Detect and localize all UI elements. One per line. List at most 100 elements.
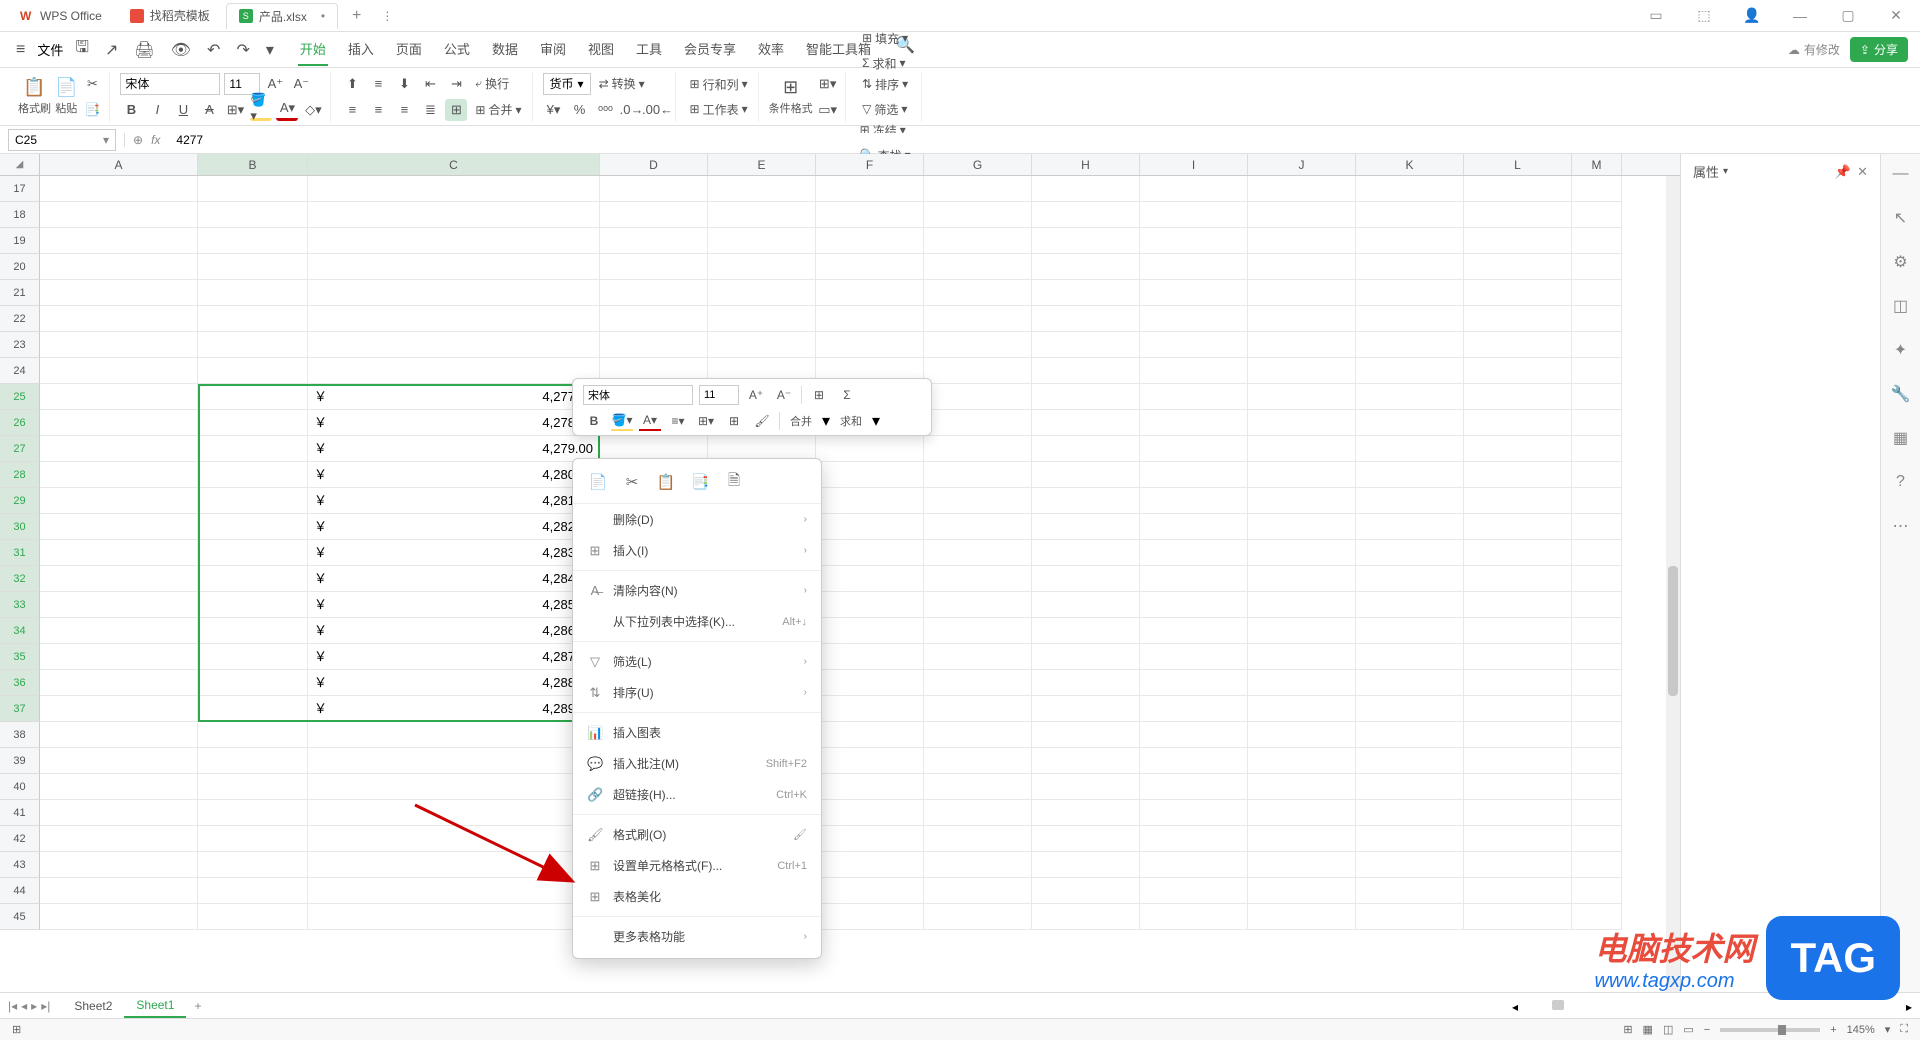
cell[interactable] [1572, 644, 1622, 670]
row-header[interactable]: 26 [0, 410, 40, 436]
status-mode-icon[interactable]: ⊞ [12, 1023, 21, 1036]
percent-icon[interactable]: % [569, 99, 591, 121]
mini-font-inc-icon[interactable]: A⁺ [745, 385, 767, 405]
cell[interactable] [1356, 904, 1464, 930]
cell[interactable] [1356, 618, 1464, 644]
cell[interactable] [40, 904, 198, 930]
cell[interactable] [1572, 280, 1622, 306]
cell[interactable] [816, 306, 924, 332]
cell[interactable] [198, 410, 308, 436]
cell[interactable] [1032, 358, 1140, 384]
cond-format-button[interactable]: ⊞ 条件格式 [769, 77, 813, 116]
cell[interactable] [816, 878, 924, 904]
row-header[interactable]: 37 [0, 696, 40, 722]
row-header[interactable]: 45 [0, 904, 40, 930]
cell[interactable] [1248, 358, 1356, 384]
row-header[interactable]: 32 [0, 566, 40, 592]
cell[interactable] [1248, 306, 1356, 332]
ctx-paste-special-icon[interactable]: 📑 [689, 471, 711, 493]
cell[interactable] [40, 878, 198, 904]
cell[interactable] [1032, 228, 1140, 254]
cell[interactable] [1356, 488, 1464, 514]
cell[interactable] [198, 566, 308, 592]
ctx-more[interactable]: 更多表格功能 › [573, 921, 821, 952]
cell[interactable] [924, 254, 1032, 280]
italic-button[interactable]: I [146, 99, 168, 121]
ctx-insert-chart[interactable]: 📊 插入图表 [573, 717, 821, 748]
cell[interactable] [198, 696, 308, 722]
nav-first-icon[interactable]: |◂ [8, 999, 17, 1013]
collapse-icon[interactable]: — [1889, 162, 1913, 186]
border-button[interactable]: ⊞▾ [224, 99, 246, 121]
cell[interactable] [198, 488, 308, 514]
nav-next-icon[interactable]: ▸ [31, 999, 37, 1013]
cell[interactable] [198, 618, 308, 644]
cell[interactable]: ￥4,285.00 [308, 592, 600, 618]
cell[interactable] [1464, 202, 1572, 228]
cell[interactable] [308, 228, 600, 254]
cell[interactable] [1140, 696, 1248, 722]
cell[interactable] [924, 566, 1032, 592]
row-header[interactable]: 28 [0, 462, 40, 488]
cell[interactable] [1032, 202, 1140, 228]
ctx-format-painter[interactable]: 🖌 格式刷(O) 🖌 [573, 819, 821, 850]
cell[interactable] [1356, 696, 1464, 722]
cell[interactable] [1572, 410, 1622, 436]
pin-icon[interactable]: 📌 [1835, 164, 1851, 180]
clear-format-button[interactable]: ◇▾ [302, 99, 324, 121]
cell[interactable] [816, 852, 924, 878]
cell[interactable]: ￥4,279.00 [308, 436, 600, 462]
help-icon[interactable]: ? [1889, 470, 1913, 494]
cell[interactable] [308, 774, 600, 800]
col-header-L[interactable]: L [1464, 154, 1572, 175]
row-header[interactable]: 19 [0, 228, 40, 254]
cell[interactable] [198, 540, 308, 566]
cell[interactable] [1140, 826, 1248, 852]
cell[interactable] [198, 176, 308, 202]
row-header[interactable]: 35 [0, 644, 40, 670]
col-header-B[interactable]: B [198, 154, 308, 175]
menu-tab-formula[interactable]: 公式 [442, 33, 472, 66]
row-header[interactable]: 23 [0, 332, 40, 358]
filter-button[interactable]: ▽ 筛选▾ [858, 99, 912, 120]
cell[interactable] [1248, 748, 1356, 774]
cell[interactable] [924, 332, 1032, 358]
cell[interactable] [1032, 384, 1140, 410]
cell[interactable] [1356, 644, 1464, 670]
cell[interactable] [924, 488, 1032, 514]
cube-icon[interactable]: ⬚ [1688, 7, 1720, 24]
cell[interactable] [198, 462, 308, 488]
cell[interactable] [1464, 722, 1572, 748]
cell[interactable] [1140, 904, 1248, 930]
mini-sum-label[interactable]: 求和 [836, 413, 866, 429]
cell[interactable] [1140, 540, 1248, 566]
cell[interactable] [308, 904, 600, 930]
cell[interactable] [924, 384, 1032, 410]
cell[interactable] [198, 306, 308, 332]
fx-icon[interactable]: fx [151, 133, 160, 147]
cell[interactable] [816, 176, 924, 202]
cell[interactable] [600, 306, 708, 332]
cell[interactable] [1356, 540, 1464, 566]
cell[interactable] [198, 800, 308, 826]
cell[interactable] [1572, 384, 1622, 410]
modify-status[interactable]: ☁ 有修改 [1788, 41, 1840, 58]
font-decrease-icon[interactable]: A⁻ [290, 73, 312, 95]
align-left-icon[interactable]: ≡ [341, 99, 363, 121]
col-header-G[interactable]: G [924, 154, 1032, 175]
cell[interactable] [924, 202, 1032, 228]
cell[interactable]: ￥4,288.00 [308, 670, 600, 696]
cell[interactable]: ￥4,282.00 [308, 514, 600, 540]
font-name-select[interactable] [120, 73, 220, 95]
cell[interactable] [1248, 904, 1356, 930]
cell[interactable] [924, 410, 1032, 436]
cell[interactable] [1248, 878, 1356, 904]
cell[interactable] [708, 306, 816, 332]
cell[interactable] [1464, 410, 1572, 436]
cell[interactable] [708, 176, 816, 202]
cell[interactable] [1464, 358, 1572, 384]
zoom-slider[interactable] [1720, 1028, 1820, 1032]
cell[interactable] [1572, 202, 1622, 228]
cell[interactable] [1140, 644, 1248, 670]
cell[interactable] [308, 852, 600, 878]
